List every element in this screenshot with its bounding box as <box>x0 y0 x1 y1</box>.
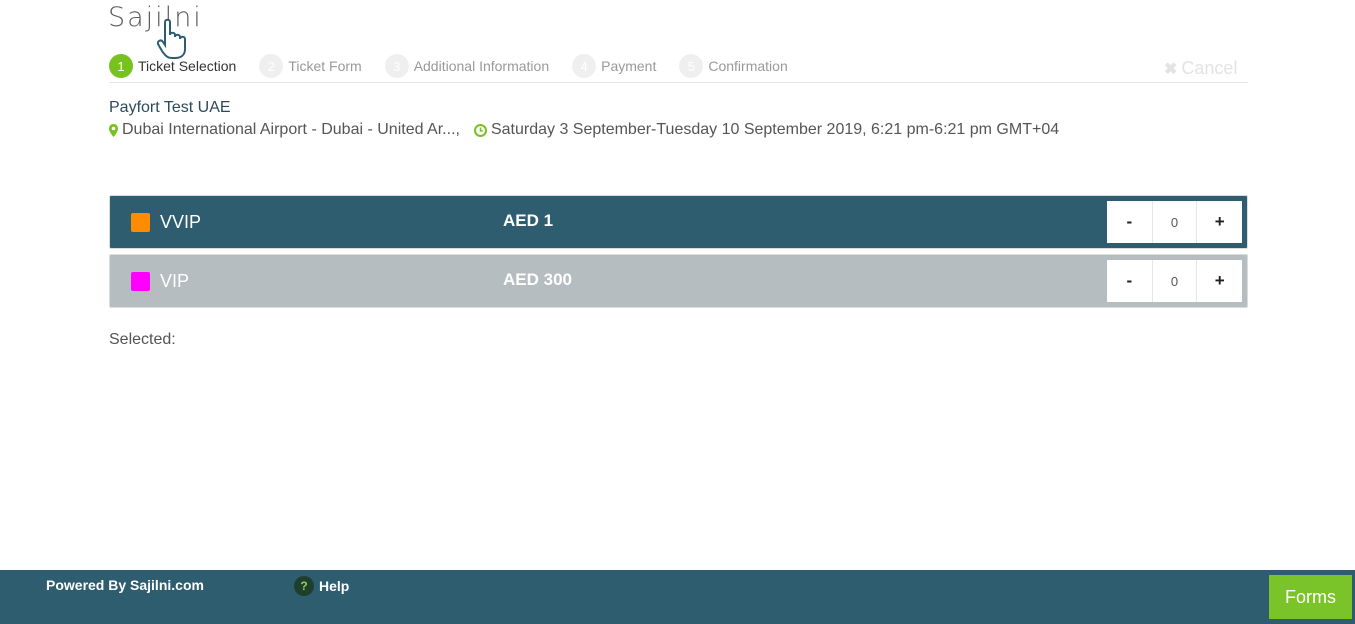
step-label: Additional Information <box>413 58 550 74</box>
ticket-color-swatch <box>131 213 150 232</box>
divider <box>109 82 1248 83</box>
footer: Powered By Sajilni.com ? Help Forms <box>0 570 1355 624</box>
event-date: Saturday 3 September-Tuesday 10 Septembe… <box>490 121 1060 138</box>
quantity-value[interactable]: 0 <box>1151 260 1198 302</box>
step-number: 3 <box>384 54 409 78</box>
step-ticket-selection[interactable]: 1 Ticket Selection <box>109 54 236 78</box>
step-number: 5 <box>679 54 704 78</box>
ticket-row-vvip[interactable]: VVIP AED 1 - 0 + <box>109 195 1248 249</box>
map-pin-icon <box>109 123 118 137</box>
ticket-name: VVIP <box>160 212 202 232</box>
step-number: 4 <box>572 54 597 78</box>
increment-button[interactable]: + <box>1197 201 1242 243</box>
ticket-name: VIP <box>160 271 190 291</box>
step-number: 1 <box>109 54 133 78</box>
progress-steps: 1 Ticket Selection 2 Ticket Form 3 Addit… <box>109 53 811 79</box>
help-icon: ? <box>294 576 314 596</box>
step-additional-information[interactable]: 3 Additional Information <box>384 54 550 78</box>
close-icon: ✖ <box>1164 60 1178 78</box>
step-payment[interactable]: 4 Payment <box>572 54 656 78</box>
ticket-row-vip[interactable]: VIP AED 300 - 0 + <box>109 254 1248 308</box>
event-location: Dubai International Airport - Dubai - Un… <box>122 121 460 138</box>
help-link[interactable]: ? Help <box>294 576 349 596</box>
cancel-label: Cancel <box>1181 58 1238 78</box>
step-label: Ticket Selection <box>138 58 237 74</box>
quantity-value[interactable]: 0 <box>1151 201 1198 243</box>
ticket-price: AED 1 <box>503 211 554 230</box>
increment-button[interactable]: + <box>1197 260 1242 302</box>
help-label: Help <box>319 578 350 594</box>
ticket-color-swatch <box>131 272 150 291</box>
quantity-stepper: - 0 + <box>1107 201 1242 243</box>
selected-label: Selected: <box>109 331 176 348</box>
decrement-button[interactable]: - <box>1107 201 1152 243</box>
event-meta: Dubai International Airport - Dubai - Un… <box>109 121 1059 139</box>
step-label: Payment <box>601 58 657 74</box>
step-label: Ticket Form <box>288 58 362 74</box>
forms-button[interactable]: Forms <box>1269 575 1352 619</box>
quantity-stepper: - 0 + <box>1107 260 1242 302</box>
powered-by-link[interactable]: Powered By Sajilni.com <box>46 577 204 593</box>
cancel-button[interactable]: ✖ Cancel <box>1164 58 1237 79</box>
step-number: 2 <box>259 54 284 78</box>
step-ticket-form[interactable]: 2 Ticket Form <box>259 54 362 78</box>
step-confirmation[interactable]: 5 Confirmation <box>679 54 788 78</box>
decrement-button[interactable]: - <box>1107 260 1152 302</box>
event-title: Payfort Test UAE <box>109 99 231 116</box>
clock-icon <box>473 123 487 137</box>
ticket-price: AED 300 <box>503 270 572 289</box>
step-label: Confirmation <box>708 58 788 74</box>
